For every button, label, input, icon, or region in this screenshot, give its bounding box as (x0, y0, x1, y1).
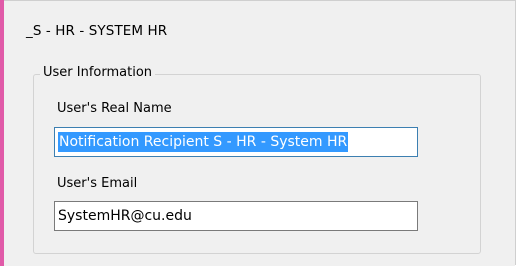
page-title: _S - HR - SYSTEM HR (26, 23, 168, 39)
user-information-group-label: User Information (40, 65, 156, 80)
email-label: User's Email (57, 176, 138, 191)
email-input[interactable]: SystemHR@cu.edu (54, 201, 418, 231)
email-value: SystemHR@cu.edu (58, 208, 192, 224)
real-name-input[interactable]: Notification Recipient S - HR - System H… (54, 127, 418, 157)
real-name-label: User's Real Name (57, 101, 172, 116)
accent-bar (0, 0, 4, 266)
real-name-value: Notification Recipient S - HR - System H… (58, 132, 349, 152)
